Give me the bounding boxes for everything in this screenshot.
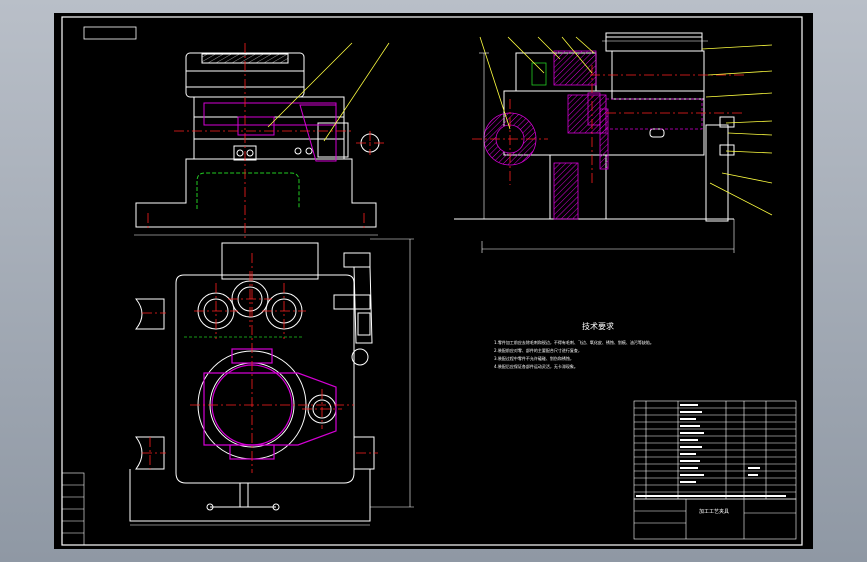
tech-requirement-1: 1.零件加工前应去除毛刺和锐边，不得有毛刺、飞边、氧化皮、锈蚀、划痕、油污等缺陷… [494,339,654,345]
tech-requirements-title: 技术要求 [582,321,614,331]
drawing-canvas: 技术要求 1.零件加工前应去除毛刺和锐边，不得有毛刺、飞边、氧化皮、锈蚀、划痕、… [54,13,813,549]
side-section-hidden [531,62,547,86]
parts-list-table [633,400,797,500]
title-block [633,498,797,540]
drawing-svg: 技术要求 1.零件加工前应去除毛刺和锐边，不得有毛刺、飞边、氧化皮、锈蚀、划痕、… [61,16,803,546]
drawing-number-box [83,26,137,40]
bom-row-text [636,404,786,497]
tech-requirement-4: 4.装配后应保证各部件运动灵活，无卡滞现象。 [494,363,578,369]
side-section-hatching [483,50,703,220]
tech-requirement-2: 2.装配前应对零、部件的主要配合尺寸进行复查， [494,347,582,353]
front-view [135,52,380,228]
front-view-section [203,102,337,162]
cad-viewport: 技术要求 1.零件加工前应去除毛刺和锐边，不得有毛刺、飞边、氧化皮、锈蚀、划痕、… [0,0,867,562]
sheet-border [61,16,803,546]
revision-strip [61,472,85,546]
tech-requirement-3: 3.装配过程中零件不允许磕碰、划伤和锈蚀， [494,355,574,361]
front-view-hidden [196,172,300,209]
top-view-dimensions [130,238,414,526]
title-block-part-name: 加工工艺夹具 [699,508,729,515]
front-view-centerlines [147,43,384,239]
